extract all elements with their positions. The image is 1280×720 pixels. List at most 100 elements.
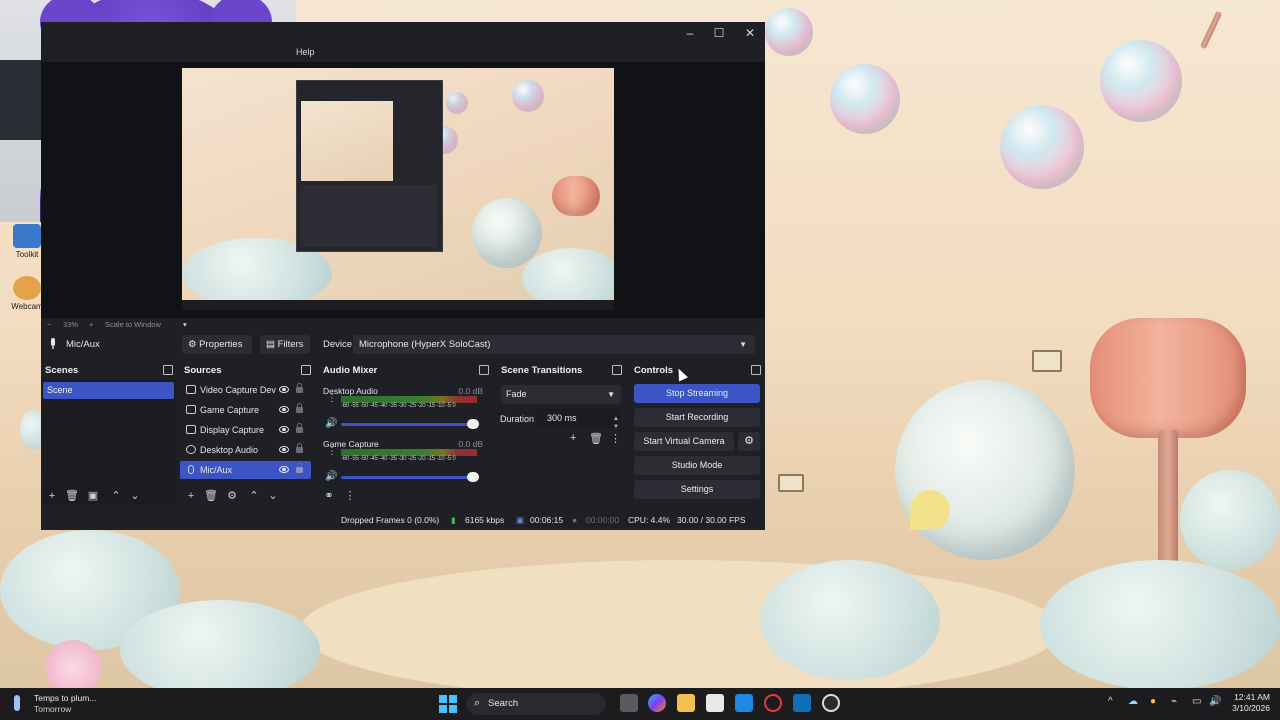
trash-icon[interactable]: 🗑: [589, 432, 603, 445]
copilot-icon[interactable]: [648, 694, 666, 712]
kebab-menu-icon[interactable]: ⋮: [327, 447, 337, 457]
record-time: 00:00:00: [586, 515, 620, 525]
lock-icon[interactable]: [296, 463, 303, 473]
microsoft-store-icon[interactable]: [706, 694, 724, 712]
volume-slider-handle[interactable]: [467, 419, 479, 429]
wallpaper-bush: [1180, 470, 1280, 570]
scenes-dock: Scenes Scene + 🗑 ▣ ⌃ ⌄: [41, 362, 177, 504]
eye-icon[interactable]: [279, 406, 289, 413]
cloud-icon[interactable]: ☁: [1128, 696, 1138, 707]
lock-icon[interactable]: [296, 383, 303, 393]
properties-button[interactable]: ⚙ Properties: [182, 335, 252, 354]
microphone-icon: [51, 338, 55, 349]
add-source-icon[interactable]: +: [185, 490, 197, 502]
advanced-audio-icon[interactable]: ⚭: [323, 490, 335, 502]
task-view-icon[interactable]: [620, 694, 638, 712]
filters-button[interactable]: ▤ Filters: [260, 335, 310, 354]
source-item-selected[interactable]: Mic/Aux: [180, 461, 311, 479]
transition-select[interactable]: Fade ▼: [501, 385, 621, 404]
taskbar-search[interactable]: ⌕ Search: [466, 693, 606, 715]
virtual-camera-settings-button[interactable]: ⚙: [738, 432, 760, 451]
windows-start-icon[interactable]: [439, 695, 457, 713]
eye-icon[interactable]: [279, 446, 289, 453]
vscode-icon[interactable]: [793, 694, 811, 712]
dock-popout-icon[interactable]: [163, 365, 173, 375]
filters-icon[interactable]: ▣: [87, 490, 99, 502]
maximize-button[interactable]: ☐: [704, 24, 734, 42]
lock-icon[interactable]: [296, 403, 303, 413]
dock-popout-icon[interactable]: [479, 365, 489, 375]
obs-window: – ☐ ✕ Help − 33% + Scale to Window ▾ Mic…: [41, 22, 765, 530]
wallpaper-pole: [1199, 10, 1223, 50]
wallpaper-glass-house: [895, 380, 1075, 560]
mail-icon[interactable]: [735, 694, 753, 712]
source-item[interactable]: Display Capture: [180, 421, 311, 439]
volume-icon[interactable]: 🔊: [1209, 696, 1221, 707]
move-down-icon[interactable]: ⌄: [267, 490, 279, 502]
speaker-icon[interactable]: 🔊: [325, 471, 337, 482]
kebab-menu-icon[interactable]: ⋮: [344, 490, 356, 502]
stop-streaming-button[interactable]: Stop Streaming: [634, 384, 760, 403]
opera-icon[interactable]: [764, 694, 782, 712]
gamepad-icon: [186, 405, 196, 414]
add-transition-icon[interactable]: +: [570, 432, 576, 444]
file-explorer-icon[interactable]: [677, 694, 695, 712]
eye-icon[interactable]: [279, 386, 289, 393]
canvas-bubble: [512, 80, 544, 112]
network-icon[interactable]: ⌁: [1171, 696, 1177, 707]
volume-slider[interactable]: [341, 423, 477, 426]
lock-icon[interactable]: [296, 443, 303, 453]
dock-popout-icon[interactable]: [301, 365, 311, 375]
webcam-app-icon: [13, 276, 41, 300]
filters-label: Filters: [277, 339, 304, 350]
source-item[interactable]: Desktop Audio: [180, 441, 311, 459]
obs-icon[interactable]: [822, 694, 840, 712]
speaker-icon[interactable]: 🔊: [325, 418, 337, 429]
scale-to-window[interactable]: Scale to Window: [105, 320, 161, 329]
settings-button[interactable]: Settings: [634, 480, 760, 499]
scene-item[interactable]: Scene: [43, 382, 174, 399]
minimize-button[interactable]: –: [675, 24, 705, 42]
lock-icon[interactable]: [296, 423, 303, 433]
desktop-icon-webcam[interactable]: Webcam: [10, 276, 44, 311]
zoom-in-button[interactable]: +: [89, 320, 93, 329]
gear-icon[interactable]: ⚙: [226, 490, 238, 502]
dock-popout-icon[interactable]: [612, 365, 622, 375]
studio-mode-button[interactable]: Studio Mode: [634, 456, 760, 475]
desktop-icon-label: Webcam: [11, 302, 43, 311]
trash-icon[interactable]: 🗑: [204, 490, 218, 502]
zoom-dropdown-icon[interactable]: ▾: [183, 320, 187, 329]
kebab-menu-icon[interactable]: ⋮: [610, 432, 621, 445]
kebab-menu-icon[interactable]: ⋮: [327, 394, 337, 404]
device-select[interactable]: Microphone (HyperX SoloCast) ▼: [353, 335, 755, 354]
dock-popout-icon[interactable]: [751, 365, 761, 375]
add-scene-icon[interactable]: +: [46, 490, 58, 502]
eye-icon[interactable]: [279, 426, 289, 433]
move-up-icon[interactable]: ⌃: [110, 490, 122, 502]
preview-area[interactable]: [41, 62, 765, 318]
volume-slider-handle[interactable]: [467, 472, 479, 482]
preview-canvas[interactable]: [182, 68, 614, 310]
search-icon: ⌕: [474, 697, 481, 709]
eye-icon[interactable]: [279, 466, 289, 473]
trash-icon[interactable]: 🗑: [65, 490, 79, 502]
close-button[interactable]: ✕: [735, 24, 765, 42]
start-recording-button[interactable]: Start Recording: [634, 408, 760, 427]
move-up-icon[interactable]: ⌃: [248, 490, 260, 502]
source-item[interactable]: Game Capture: [180, 401, 311, 419]
system-clock[interactable]: 12:41 AM 3/10/2026: [1224, 692, 1270, 714]
zoom-out-button[interactable]: −: [47, 320, 51, 329]
desktop-icon-toolkit[interactable]: Toolkit: [10, 224, 44, 259]
tray-chevron-icon[interactable]: ^: [1108, 696, 1113, 707]
title-bar: – ☐ ✕: [41, 22, 765, 44]
source-item[interactable]: Video Capture Dev: [180, 381, 311, 399]
move-down-icon[interactable]: ⌄: [129, 490, 141, 502]
volume-slider[interactable]: [341, 476, 477, 479]
dropped-frames: Dropped Frames 0 (0.0%): [341, 515, 440, 525]
display-icon[interactable]: ▭: [1192, 696, 1201, 707]
duration-input[interactable]: 300 ms ▲ ▼: [537, 409, 621, 430]
stream-icon: ▣: [516, 515, 525, 525]
microphone-tray-icon[interactable]: ●: [1150, 696, 1156, 707]
menu-help[interactable]: Help: [296, 47, 315, 57]
start-virtual-camera-button[interactable]: Start Virtual Camera: [634, 432, 734, 451]
